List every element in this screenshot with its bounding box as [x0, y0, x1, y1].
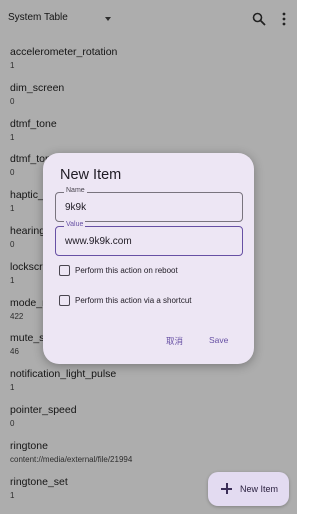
value-field-value: www.9k9k.com [65, 236, 132, 247]
name-field[interactable]: Name 9k9k [55, 187, 243, 222]
save-button[interactable]: Save [209, 335, 228, 345]
name-field-label: Name [64, 187, 87, 194]
reboot-option[interactable]: Perform this action on reboot [59, 265, 178, 276]
dialog-title: New Item [60, 167, 122, 183]
shortcut-checkbox[interactable] [59, 295, 70, 306]
app-screen: System Table accelerometer_rotation 1 dim_… [0, 0, 297, 514]
plus-icon [221, 483, 232, 494]
value-field-label: Value [64, 221, 86, 228]
shortcut-option-label: Perform this action via a shortcut [75, 296, 192, 305]
value-field[interactable]: Value www.9k9k.com [55, 221, 243, 256]
shortcut-option[interactable]: Perform this action via a shortcut [59, 295, 192, 306]
reboot-checkbox[interactable] [59, 265, 70, 276]
cancel-button[interactable]: 取消 [166, 335, 183, 347]
new-item-dialog: New Item Name 9k9k Value www.9k9k.com Pe… [43, 153, 254, 364]
new-item-fab[interactable]: New Item [208, 472, 289, 506]
name-field-value: 9k9k [65, 202, 87, 213]
fab-label: New Item [240, 484, 279, 494]
reboot-option-label: Perform this action on reboot [75, 266, 178, 275]
